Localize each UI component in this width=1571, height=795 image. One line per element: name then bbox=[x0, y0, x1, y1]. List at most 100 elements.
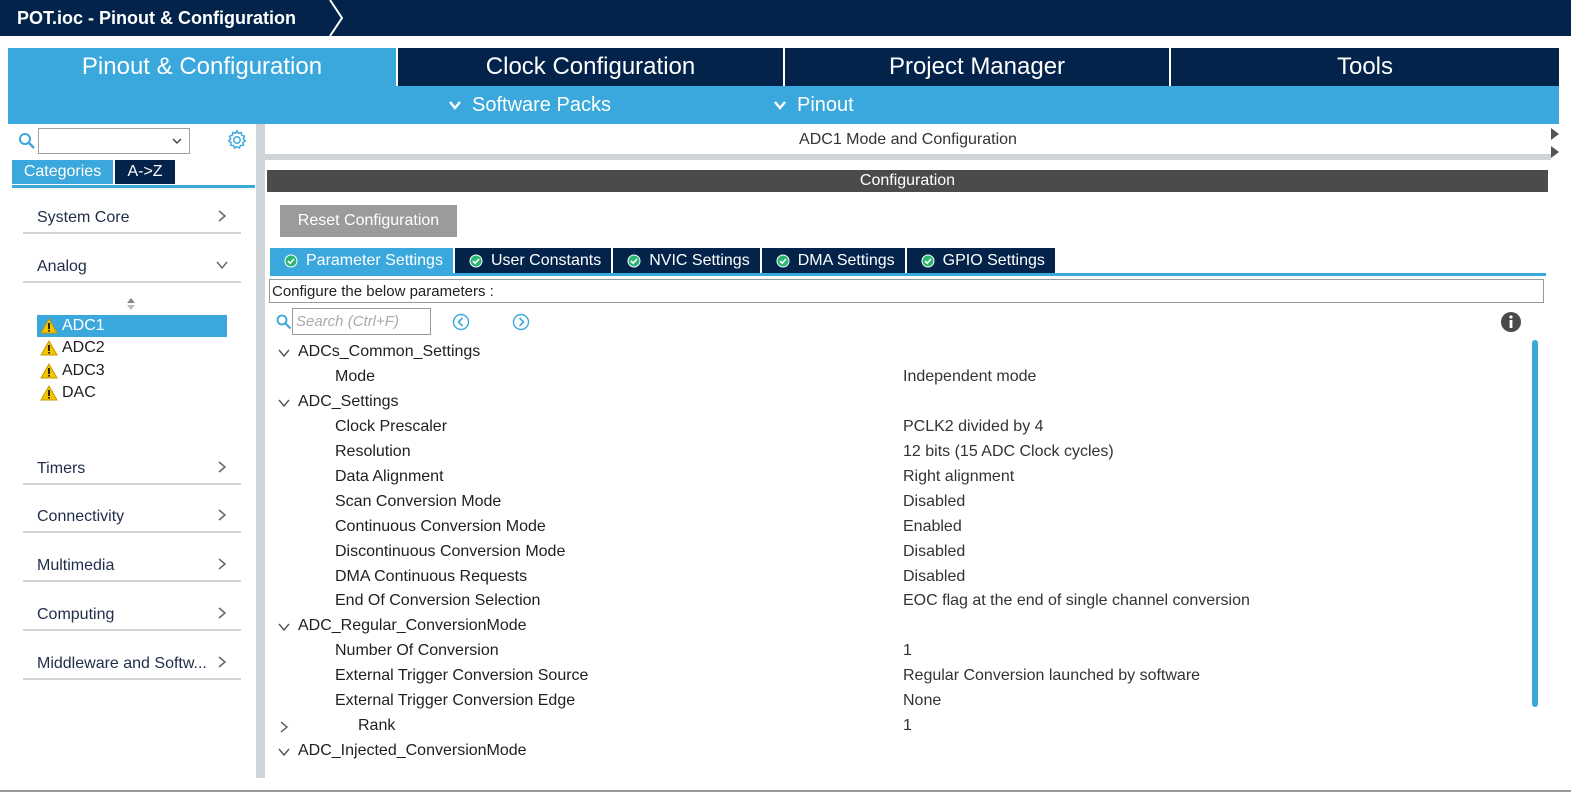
param-value[interactable]: 1 bbox=[903, 717, 912, 735]
param-group-row[interactable]: ADC_Injected_ConversionMode bbox=[270, 740, 1525, 765]
param-row[interactable]: Scan Conversion Mode Disabled bbox=[270, 491, 1525, 516]
tab-parameter-settings[interactable]: Parameter Settings bbox=[270, 248, 453, 274]
tab-user-constants[interactable]: User Constants bbox=[454, 248, 612, 274]
vertical-scrollbar[interactable] bbox=[1530, 340, 1540, 768]
chevron-right-icon bbox=[218, 210, 227, 222]
param-key: Scan Conversion Mode bbox=[335, 493, 502, 510]
pinout-label: Pinout bbox=[797, 93, 854, 116]
chevron-down-icon[interactable] bbox=[171, 135, 183, 147]
analog-item-label: ADC2 bbox=[62, 339, 105, 356]
param-group-row[interactable]: ADC_Settings bbox=[270, 391, 1525, 416]
tab-a-to-z[interactable]: A->Z bbox=[115, 160, 175, 184]
scrollbar-thumb[interactable] bbox=[1532, 340, 1538, 707]
chevron-right-icon[interactable] bbox=[277, 720, 291, 734]
tab-categories[interactable]: Categories bbox=[12, 160, 113, 184]
parameter-tabs: Parameter Settings User Constants NVIC S… bbox=[270, 248, 1057, 274]
chevron-down-icon[interactable] bbox=[277, 745, 291, 759]
param-key: Clock Prescaler bbox=[335, 418, 448, 435]
param-value[interactable]: Disabled bbox=[903, 543, 965, 561]
category-computing[interactable]: Computing bbox=[23, 597, 241, 631]
category-label: System Core bbox=[37, 209, 130, 226]
param-value[interactable]: Disabled bbox=[903, 568, 965, 586]
tab-dma-settings[interactable]: DMA Settings bbox=[761, 248, 905, 274]
tab-gpio-settings[interactable]: GPIO Settings bbox=[906, 248, 1055, 274]
configuration-header: Configuration bbox=[267, 170, 1548, 192]
category-system-core[interactable]: System Core bbox=[23, 200, 241, 234]
check-circle-icon bbox=[627, 254, 641, 268]
param-value[interactable]: 12 bits (15 ADC Clock cycles) bbox=[903, 443, 1114, 461]
tab-tools[interactable]: Tools bbox=[1171, 48, 1559, 86]
chevron-down-icon[interactable] bbox=[277, 346, 291, 360]
parameter-search-input[interactable]: Search (Ctrl+F) bbox=[292, 308, 431, 335]
param-value[interactable]: None bbox=[903, 692, 941, 710]
analog-item-adc2[interactable]: ADC2 bbox=[37, 337, 227, 359]
reset-configuration-button[interactable]: Reset Configuration bbox=[280, 205, 457, 237]
param-row[interactable]: Resolution 12 bits (15 ADC Clock cycles) bbox=[270, 441, 1525, 466]
sub-menu-bar: Software Packs Pinout bbox=[8, 86, 1559, 124]
param-value[interactable]: Disabled bbox=[903, 493, 965, 511]
param-key: Mode bbox=[335, 368, 376, 385]
param-value[interactable]: Enabled bbox=[903, 518, 962, 536]
search-icon bbox=[276, 314, 292, 330]
param-row[interactable]: External Trigger Conversion Source Regul… bbox=[270, 665, 1525, 690]
check-circle-icon bbox=[776, 254, 790, 268]
analog-item-adc1[interactable]: ADC1 bbox=[37, 315, 227, 337]
param-subgroup-row[interactable]: Rank 1 bbox=[270, 715, 1525, 740]
param-group-row[interactable]: ADCs_Common_Settings bbox=[270, 341, 1525, 366]
bottom-border bbox=[0, 790, 1571, 792]
tab-clock-configuration[interactable]: Clock Configuration bbox=[398, 48, 785, 86]
param-row[interactable]: Clock Prescaler PCLK2 divided by 4 bbox=[270, 416, 1525, 441]
analog-item-label: ADC3 bbox=[62, 362, 105, 379]
panel-splitter[interactable] bbox=[257, 124, 265, 778]
info-icon[interactable] bbox=[1500, 311, 1522, 333]
search-previous-icon[interactable] bbox=[452, 313, 470, 331]
chevron-right-icon bbox=[218, 558, 227, 570]
chevron-right-icon bbox=[218, 461, 227, 473]
param-row[interactable]: Discontinuous Conversion Mode Disabled bbox=[270, 541, 1525, 566]
param-group-row[interactable]: ADC_Regular_ConversionMode bbox=[270, 615, 1525, 640]
analog-item-label: DAC bbox=[62, 384, 96, 401]
mode-title: ADC1 Mode and Configuration bbox=[799, 131, 1017, 148]
param-row[interactable]: Data Alignment Right alignment bbox=[270, 466, 1525, 491]
param-row[interactable]: Continuous Conversion Mode Enabled bbox=[270, 516, 1525, 541]
category-multimedia[interactable]: Multimedia bbox=[23, 548, 241, 582]
category-middleware[interactable]: Middleware and Softw... bbox=[23, 646, 241, 680]
param-row[interactable]: DMA Continuous Requests Disabled bbox=[270, 566, 1525, 591]
gear-icon[interactable] bbox=[226, 129, 248, 151]
param-value[interactable]: Regular Conversion launched by software bbox=[903, 667, 1200, 685]
collapse-panel-icon[interactable] bbox=[1551, 126, 1561, 162]
tab-project-manager[interactable]: Project Manager bbox=[785, 48, 1171, 86]
sort-icon[interactable] bbox=[124, 296, 138, 312]
category-connectivity[interactable]: Connectivity bbox=[23, 499, 241, 533]
param-row[interactable]: External Trigger Conversion Edge None bbox=[270, 690, 1525, 715]
tab-nvic-settings[interactable]: NVIC Settings bbox=[613, 248, 760, 274]
warning-icon bbox=[40, 363, 58, 379]
chevron-down-icon[interactable] bbox=[277, 620, 291, 634]
param-value[interactable]: PCLK2 divided by 4 bbox=[903, 418, 1044, 436]
param-row[interactable]: Mode Independent mode bbox=[270, 366, 1525, 391]
category-timers[interactable]: Timers bbox=[23, 451, 241, 485]
right-edge bbox=[1551, 124, 1571, 778]
category-label: Connectivity bbox=[37, 508, 125, 525]
param-value[interactable]: Right alignment bbox=[903, 468, 1014, 486]
chevron-down-icon bbox=[216, 261, 228, 270]
analog-item-dac[interactable]: DAC bbox=[37, 382, 227, 404]
search-next-icon[interactable] bbox=[512, 313, 530, 331]
tab-pinout-configuration[interactable]: Pinout & Configuration bbox=[8, 48, 398, 86]
pinout-menu[interactable]: Pinout bbox=[773, 86, 854, 124]
category-tabs: Categories A->Z bbox=[12, 160, 175, 184]
param-group-label: ADC_Regular_ConversionMode bbox=[298, 617, 527, 634]
param-value[interactable]: Independent mode bbox=[903, 368, 1036, 386]
window-title: POT.ioc - Pinout & Configuration bbox=[0, 0, 318, 36]
category-analog[interactable]: Analog bbox=[23, 249, 241, 283]
param-row[interactable]: Number Of Conversion 1 bbox=[270, 640, 1525, 665]
param-value[interactable]: 1 bbox=[903, 642, 912, 660]
param-key: Discontinuous Conversion Mode bbox=[335, 543, 566, 560]
software-packs-menu[interactable]: Software Packs bbox=[448, 86, 611, 124]
param-value[interactable]: EOC flag at the end of single channel co… bbox=[903, 592, 1250, 610]
analog-item-adc3[interactable]: ADC3 bbox=[37, 360, 227, 382]
tab-label: Parameter Settings bbox=[306, 252, 443, 269]
param-row[interactable]: End Of Conversion Selection EOC flag at … bbox=[270, 590, 1525, 615]
category-search-combo[interactable] bbox=[38, 128, 190, 154]
chevron-down-icon[interactable] bbox=[277, 396, 291, 410]
